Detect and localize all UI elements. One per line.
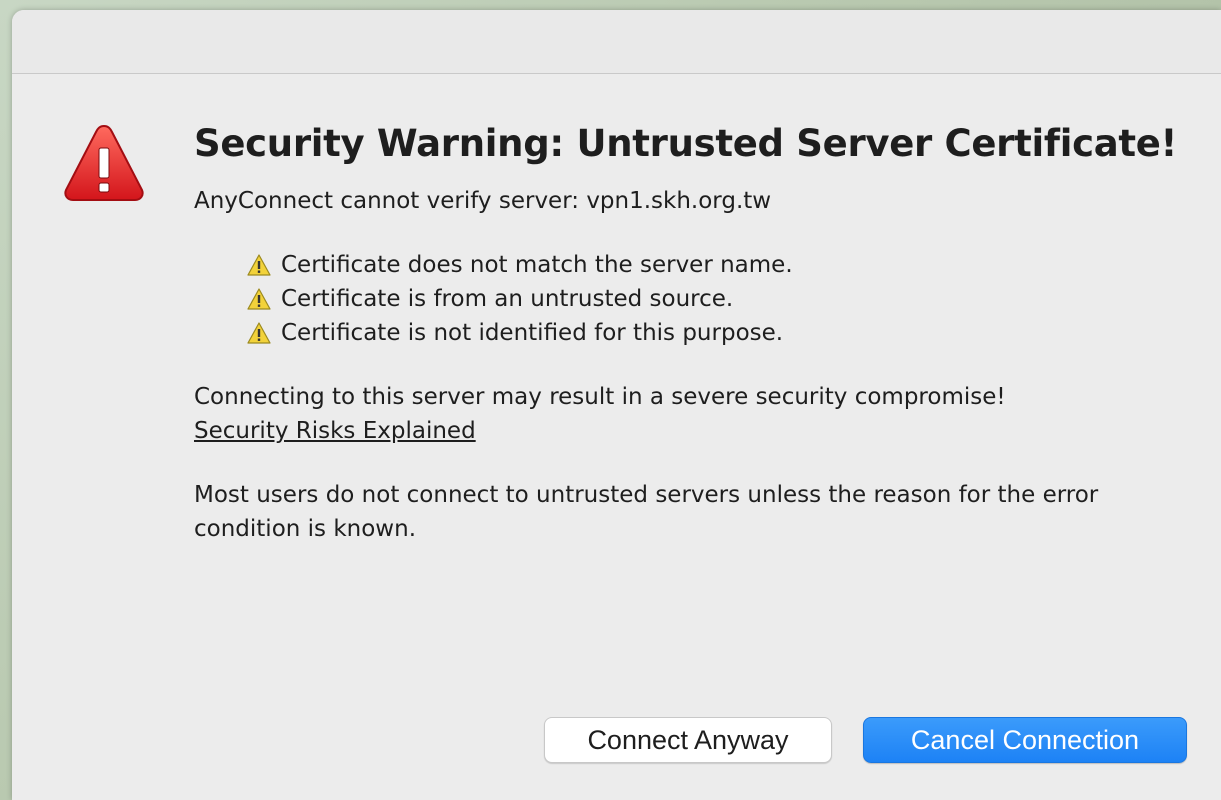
small-warning-icon xyxy=(247,254,271,276)
issue-text: Certificate is not identified for this p… xyxy=(281,320,784,346)
small-warning-icon xyxy=(247,322,271,344)
issue-text: Certificate is from an untrusted source. xyxy=(281,286,734,312)
warning-triangle-icon xyxy=(62,120,146,204)
server-message: AnyConnect cannot verify server: vpn1.sk… xyxy=(194,188,772,214)
connect-anyway-button[interactable]: Connect Anyway xyxy=(544,717,832,763)
dialog-titlebar xyxy=(12,10,1221,74)
certificate-issue-list: Certificate does not match the server na… xyxy=(247,248,1194,350)
issue-text: Certificate does not match the server na… xyxy=(281,252,793,278)
list-item: Certificate does not match the server na… xyxy=(247,248,1194,282)
security-warning-dialog: Security Warning: Untrusted Server Certi… xyxy=(12,10,1221,800)
risk-message: Connecting to this server may result in … xyxy=(194,384,1006,410)
risk-section: Connecting to this server may result in … xyxy=(194,380,1194,448)
cancel-connection-button[interactable]: Cancel Connection xyxy=(863,717,1187,763)
small-warning-icon xyxy=(247,288,271,310)
dialog-content: Security Warning: Untrusted Server Certi… xyxy=(194,120,1194,546)
dialog-title: Security Warning: Untrusted Server Certi… xyxy=(194,122,1178,165)
list-item: Certificate is from an untrusted source. xyxy=(247,282,1194,316)
list-item: Certificate is not identified for this p… xyxy=(247,316,1194,350)
advice-message: Most users do not connect to untrusted s… xyxy=(194,482,1099,542)
security-risks-link[interactable]: Security Risks Explained xyxy=(194,414,476,448)
